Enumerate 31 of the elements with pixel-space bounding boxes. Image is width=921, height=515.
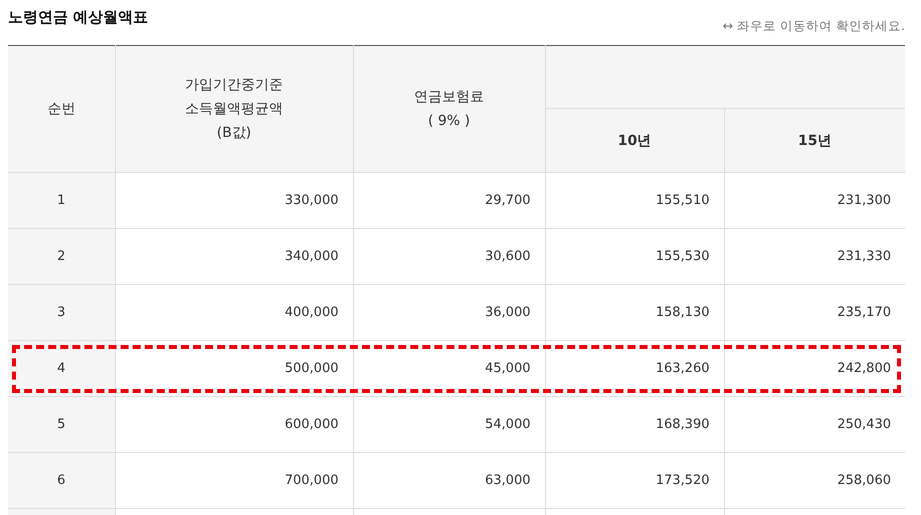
table-cell: 155,530: [545, 228, 724, 284]
table-cell: 63,000: [353, 452, 545, 508]
table-cell: 330,000: [115, 172, 353, 228]
column-header: 순번: [8, 46, 115, 172]
table-cell: 45,000: [353, 340, 545, 396]
table-cell: 3: [8, 284, 115, 340]
table-cell: 6: [8, 452, 115, 508]
table-cell: 1: [8, 172, 115, 228]
table-cell: 163,260: [545, 340, 724, 396]
column-header: 가입기간중기준 소득월액평균액 (B값): [115, 46, 353, 172]
column-header: 15년: [724, 108, 905, 172]
column-header: 연금보험료 ( 9% ): [353, 46, 545, 172]
table-cell: 600,000: [115, 396, 353, 452]
table-cell: 173,520: [545, 452, 724, 508]
table-cell: 400,000: [115, 284, 353, 340]
table-cell: 700,000: [115, 452, 353, 508]
column-header: 10년: [545, 108, 724, 172]
table-cell: 155,510: [545, 172, 724, 228]
table-cell: 5: [8, 396, 115, 452]
scroll-hint: ↔ 좌우로 이동하여 확인하세요.: [722, 18, 905, 35]
table-title: 노령연금 예상월액표: [8, 8, 148, 27]
table-cell: 29,700: [353, 172, 545, 228]
table-cell: 4: [8, 340, 115, 396]
table-cell: 340,000: [115, 228, 353, 284]
table-cell: 158,130: [545, 284, 724, 340]
table-cell: 30,600: [353, 228, 545, 284]
table-cell: 168,390: [545, 396, 724, 452]
table-cell: 2: [8, 228, 115, 284]
table-cell: 36,000: [353, 284, 545, 340]
table-cell: 54,000: [353, 396, 545, 452]
table-cell: 500,000: [115, 340, 353, 396]
